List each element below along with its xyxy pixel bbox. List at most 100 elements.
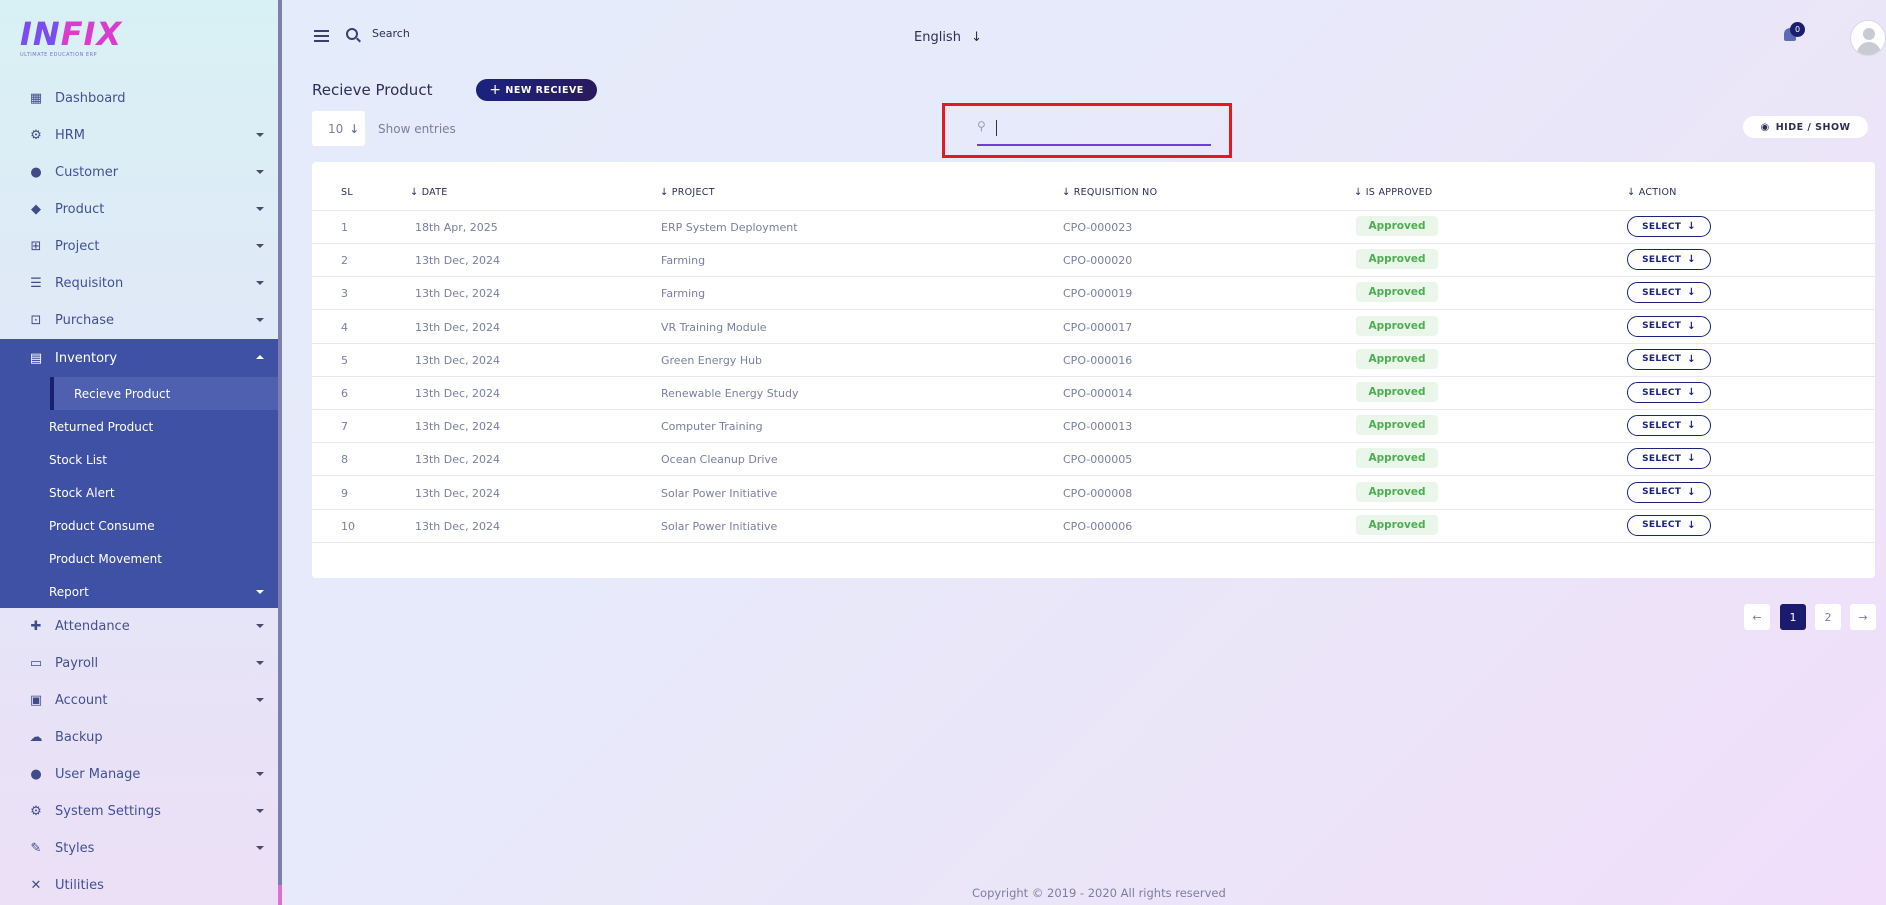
sidebar-item-backup[interactable]: ☁ Backup <box>0 719 282 756</box>
caret-down-icon <box>256 698 264 702</box>
menu-toggle-icon[interactable] <box>314 30 329 42</box>
column-header-action[interactable]: ↓ ACTION <box>1627 187 1677 198</box>
notification-bell[interactable]: 0 <box>1782 22 1805 44</box>
sidebar-item-user-manage[interactable]: ● User Manage <box>0 756 282 793</box>
column-header-project[interactable]: ↓ PROJECT <box>660 187 715 198</box>
sidebar-item-product[interactable]: ◆ Product <box>0 191 282 228</box>
warehouse-icon: ▤ <box>29 350 43 366</box>
status-badge: Approved <box>1356 282 1438 303</box>
sidebar-item-styles[interactable]: ✎ Styles <box>0 830 282 867</box>
new-recieve-button[interactable]: + NEW RECIEVE <box>476 79 597 101</box>
table-search[interactable]: ⚲ <box>977 116 1211 146</box>
sort-arrow-icon: ↓ <box>660 187 669 198</box>
logo-brand: INFIX <box>20 15 123 53</box>
table-search-input[interactable] <box>995 116 1195 142</box>
sidebar-subitem-stock-alert[interactable]: Stock Alert <box>0 476 282 509</box>
tools-icon: ✕ <box>30 878 42 893</box>
select-action-button[interactable]: SELECT ↓ <box>1627 481 1711 503</box>
sidebar-subitem-recieve-product[interactable]: Recieve Product <box>50 377 282 410</box>
cell-date: 13th Dec, 2024 <box>415 254 501 268</box>
table-row: 2 13th Dec, 2024 Farming CPO-000020 Approved… <box>312 244 1875 278</box>
notification-count: 0 <box>1790 22 1805 37</box>
select-action-button[interactable]: SELECT ↓ <box>1627 249 1711 271</box>
page-title: Recieve Product <box>312 81 433 99</box>
sidebar-item-utilities[interactable]: ✕ Utilities <box>0 867 282 904</box>
sidebar-subitem-product-consume[interactable]: Product Consume <box>0 509 282 542</box>
status-badge: Approved <box>1356 249 1438 270</box>
select-action-button[interactable]: SELECT ↓ <box>1627 348 1711 370</box>
sidebar-item-purchase[interactable]: ⊡ Purchase <box>0 302 282 339</box>
sidebar-subitem-report[interactable]: Report <box>0 575 282 608</box>
plus-icon: + <box>489 82 502 98</box>
sidebar-item-payroll[interactable]: ▭ Payroll <box>0 645 282 682</box>
select-action-button[interactable]: SELECT ↓ <box>1627 216 1711 237</box>
column-header-sl[interactable]: SL <box>341 187 353 198</box>
cell-date: 13th Dec, 2024 <box>415 420 501 434</box>
entries-select[interactable]: 10 ↓ <box>312 111 365 146</box>
avatar[interactable] <box>1850 20 1886 56</box>
sidebar-item-requisiton[interactable]: ☰ Requisiton <box>0 265 282 302</box>
caret-down-icon <box>256 207 264 211</box>
cell-sl: 10 <box>341 519 355 533</box>
data-table: SL ↓ DATE ↓ PROJECT ↓ REQUISITION NO ↓ IS AP… <box>312 162 1875 578</box>
cell-project: Solar Power Initiative <box>661 486 778 500</box>
cart-icon: ⊡ <box>30 313 42 328</box>
search-icon: ⚲ <box>977 119 986 133</box>
sidebar-item-attendance[interactable]: ✚ Attendance <box>0 608 282 645</box>
sidebar-item-label: Project <box>55 239 100 254</box>
select-action-label: SELECT <box>1642 453 1682 464</box>
select-action-button[interactable]: SELECT ↓ <box>1627 415 1711 437</box>
arrow-down-icon: ↓ <box>1687 387 1696 398</box>
cell-sl: 6 <box>341 387 348 400</box>
select-action-button[interactable]: SELECT ↓ <box>1627 315 1711 337</box>
sidebar-scrollbar-thumb[interactable] <box>278 885 282 905</box>
status-badge: Approved <box>1356 382 1438 402</box>
cell-sl: 3 <box>341 287 348 301</box>
footer-copyright: Copyright © 2019 - 2020 All rights reser… <box>972 886 1226 900</box>
sidebar-subitem-label: Stock Alert <box>49 485 115 500</box>
global-search-label: Search <box>372 27 410 40</box>
cell-requisition: CPO-000023 <box>1063 221 1133 234</box>
sidebar-item-label: Dashboard <box>55 91 126 106</box>
sidebar-item-label: Styles <box>55 841 95 856</box>
cell-requisition: CPO-000008 <box>1063 486 1133 500</box>
sidebar-subitem-product-movement[interactable]: Product Movement <box>0 542 282 575</box>
arrow-down-icon: ↓ <box>1687 287 1696 299</box>
column-header-requisition[interactable]: ↓ REQUISITION NO <box>1062 187 1157 198</box>
sidebar-scrollbar[interactable] <box>278 0 282 905</box>
sidebar-nav: ▦ Dashboard ⚙ HRM ● Customer ◆ Product ⊞ Project ☰… <box>0 80 282 904</box>
sidebar-item-customer[interactable]: ● Customer <box>0 154 282 191</box>
select-action-button[interactable]: SELECT ↓ <box>1627 448 1711 470</box>
sidebar-item-hrm[interactable]: ⚙ HRM <box>0 117 282 154</box>
column-header-approved[interactable]: ↓ IS APPROVED <box>1354 187 1433 198</box>
hide-show-button[interactable]: ◉ HIDE / SHOW <box>1743 116 1868 138</box>
pagination-prev[interactable]: ← <box>1744 604 1770 630</box>
eye-icon: ◉ <box>1760 121 1770 133</box>
table-row: 6 13th Dec, 2024 Renewable Energy Study CPO… <box>312 377 1875 410</box>
select-action-button[interactable]: SELECT ↓ <box>1627 382 1711 403</box>
pagination-page-1[interactable]: 1 <box>1780 604 1806 630</box>
sidebar-subitem-stock-list[interactable]: Stock List <box>0 443 282 476</box>
cell-project: Ocean Cleanup Drive <box>661 453 778 467</box>
sidebar-item-dashboard[interactable]: ▦ Dashboard <box>0 80 282 117</box>
cell-date: 13th Dec, 2024 <box>415 353 501 367</box>
sidebar-item-project[interactable]: ⊞ Project <box>0 228 282 265</box>
table-row: 1 18th Apr, 2025 ERP System Deployment CPO-… <box>312 211 1875 244</box>
status-badge: Approved <box>1356 415 1438 436</box>
select-action-button[interactable]: SELECT ↓ <box>1627 282 1711 304</box>
logo[interactable]: INFIX ULTIMATE EDUCATION ERP <box>20 15 123 62</box>
global-search[interactable]: Search <box>346 27 410 40</box>
select-action-button[interactable]: SELECT ↓ <box>1627 514 1711 536</box>
sidebar-subitem-returned-product[interactable]: Returned Product <box>0 410 282 443</box>
search-icon <box>346 27 358 40</box>
sidebar-item-account[interactable]: ▣ Account <box>0 682 282 719</box>
pagination-page-2[interactable]: 2 <box>1815 604 1841 630</box>
cell-date: 13th Dec, 2024 <box>415 387 501 400</box>
sidebar-item-system-settings[interactable]: ⚙ System Settings <box>0 793 282 830</box>
sidebar-item-inventory[interactable]: ▤ Inventory <box>0 339 282 377</box>
language-select[interactable]: English ↓ <box>914 30 982 45</box>
column-header-date[interactable]: ↓ DATE <box>410 187 448 198</box>
pagination-next[interactable]: → <box>1850 604 1876 630</box>
sidebar-item-label: System Settings <box>55 804 161 819</box>
sort-arrow-icon: ↓ <box>410 187 419 198</box>
